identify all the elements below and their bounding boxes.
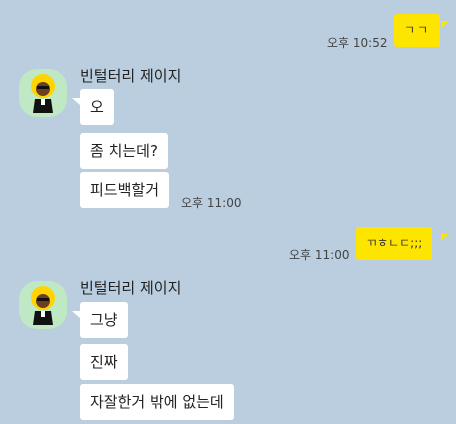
their-message-bubble[interactable]: 피드백할거	[80, 172, 170, 208]
avatar[interactable]	[19, 281, 67, 329]
their-message-bubble[interactable]: 자잘한거 밖에 없는데	[80, 384, 234, 420]
sender-name: 빈털터리 제이지	[80, 67, 182, 85]
my-message-bubble[interactable]: ㄱㄱ	[394, 14, 441, 47]
bubble-tail	[72, 98, 80, 105]
sender-name: 빈털터리 제이지	[80, 279, 182, 297]
their-message-bubble[interactable]: 오	[80, 89, 114, 125]
message-time: 오후 11:00	[289, 248, 350, 262]
bubble-tail	[441, 234, 449, 241]
their-message-bubble[interactable]: 그냥	[80, 302, 128, 338]
bubble-tail	[441, 21, 449, 28]
character-with-afro-avatar-icon	[31, 286, 55, 325]
message-time: 오후 10:52	[327, 36, 388, 50]
my-message-bubble[interactable]: ㄲㅎㄴㄷ;;;	[356, 227, 433, 260]
their-message-bubble[interactable]: 진짜	[80, 344, 128, 380]
message-time: 오후 11:00	[181, 196, 242, 210]
their-message-bubble[interactable]: 좀 치는데?	[80, 133, 168, 169]
avatar[interactable]	[19, 69, 67, 117]
character-with-afro-avatar-icon	[31, 74, 55, 113]
bubble-tail	[72, 311, 80, 318]
